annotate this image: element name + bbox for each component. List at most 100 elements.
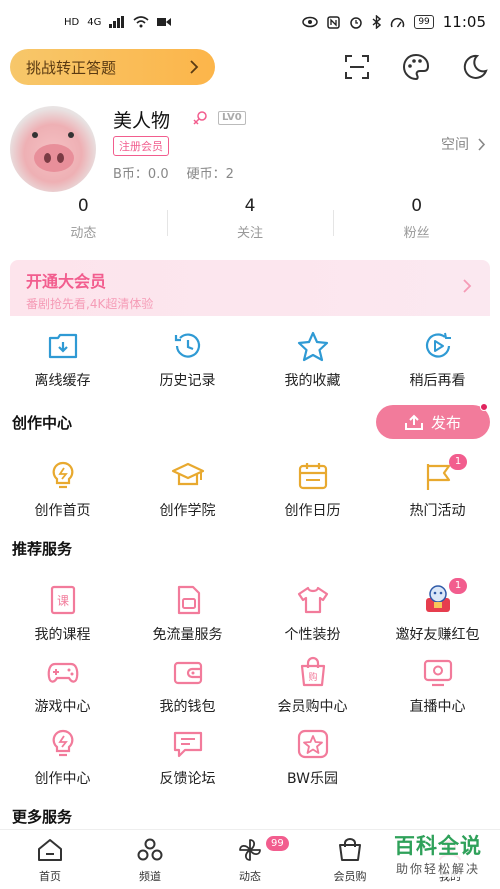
- game-center-item[interactable]: 游戏中心: [0, 656, 125, 716]
- recommended-row: 创作中心 反馈论坛 BW乐园: [0, 728, 500, 788]
- stat-dynamics[interactable]: 0 动态: [0, 196, 167, 252]
- tab-home[interactable]: 首页: [0, 830, 100, 889]
- user-tags: LV0: [192, 110, 246, 126]
- hot-events-item[interactable]: 1 热门活动: [375, 454, 500, 520]
- recommended-row: 课 我的课程 免流量服务 个性装扮 1 邀好友赚红包: [0, 578, 500, 644]
- watermark: 百科全说 助你轻松解决: [390, 830, 486, 877]
- tab-dynamics[interactable]: 99 动态: [200, 830, 300, 889]
- download-icon: [48, 333, 77, 359]
- feedback-icon: [173, 731, 202, 758]
- challenge-quiz-button[interactable]: 挑战转正答题: [10, 49, 215, 85]
- scan-icon[interactable]: [342, 52, 372, 82]
- wallet-icon: [173, 661, 202, 685]
- item-label: 创作首页: [34, 503, 91, 519]
- free-data-item[interactable]: 免流量服务: [125, 584, 250, 644]
- vip-banner[interactable]: 开通大会员 番剧抢先看,4K超清体验: [10, 260, 490, 316]
- recommended-section-title: 推荐服务: [12, 540, 73, 558]
- hard-coin: 硬币：2: [186, 167, 234, 182]
- my-course-item[interactable]: 课 我的课程: [0, 584, 125, 644]
- tab-label: 会员购: [333, 870, 367, 883]
- gender-female-icon: [193, 111, 207, 125]
- challenge-label: 挑战转正答题: [26, 58, 117, 77]
- stat-label: 动态: [70, 226, 97, 241]
- space-label: 空间: [441, 137, 469, 153]
- star-icon: [297, 331, 328, 362]
- invite-friends-item[interactable]: 1 邀好友赚红包: [375, 578, 500, 644]
- course-icon: 课: [50, 585, 75, 615]
- bw-park-item[interactable]: BW乐园: [250, 728, 375, 788]
- speed-icon: [391, 17, 405, 27]
- live-tv-icon: [423, 659, 452, 687]
- history-item[interactable]: 历史记录: [125, 330, 250, 390]
- space-link[interactable]: 空间: [441, 134, 486, 154]
- chevron-right-icon: [463, 279, 472, 293]
- tab-channel[interactable]: 频道: [100, 830, 200, 889]
- item-label: 我的钱包: [159, 699, 216, 715]
- item-label: 直播中心: [409, 699, 466, 715]
- publish-button[interactable]: 发布: [376, 403, 490, 439]
- gamepad-icon: [47, 662, 78, 683]
- coin-info: B币：0.0 硬币：2: [113, 163, 234, 182]
- creation-section-title: 创作中心: [12, 414, 73, 432]
- item-label: 我的课程: [34, 627, 91, 643]
- creation-grid: 创作首页 创作学院 创作日历 1 热门活动: [0, 454, 500, 520]
- item-label: 会员购中心: [277, 699, 348, 715]
- avatar-snout: [34, 144, 74, 172]
- creation-home-item[interactable]: 创作首页: [0, 460, 125, 520]
- eye-icon: [302, 16, 319, 28]
- live-center-item[interactable]: 直播中心: [375, 656, 500, 716]
- notification-dot: [480, 403, 488, 411]
- member-shop-item[interactable]: 购 会员购中心: [250, 656, 375, 716]
- video-icon: [157, 18, 172, 26]
- history-icon: [174, 333, 200, 358]
- channel-icon: [137, 838, 163, 861]
- member-badge: 注册会员: [113, 136, 169, 156]
- clock: 11:05: [442, 13, 486, 31]
- creation-academy-item[interactable]: 创作学院: [125, 460, 250, 520]
- watch-later-item[interactable]: 稍后再看: [375, 330, 500, 390]
- item-label: 历史记录: [159, 373, 216, 389]
- stats-row: 0 动态 4 关注 0 粉丝: [0, 196, 500, 252]
- tab-member-shop[interactable]: 会员购: [300, 830, 400, 889]
- item-label: 离线缓存: [34, 373, 91, 389]
- chevron-right-icon: [478, 137, 486, 151]
- item-label: 邀好友赚红包: [395, 627, 480, 643]
- item-label: 稍后再看: [409, 373, 466, 389]
- creation-center-item[interactable]: 创作中心: [0, 728, 125, 788]
- offline-cache-item[interactable]: 离线缓存: [0, 330, 125, 390]
- recommended-row: 游戏中心 我的钱包 购 会员购中心 直播中心: [0, 656, 500, 716]
- stat-label: 粉丝: [403, 226, 430, 241]
- notification-badge: 1: [449, 454, 467, 470]
- vip-title: 开通大会员: [26, 272, 107, 291]
- avatar[interactable]: [10, 106, 96, 192]
- favorites-item[interactable]: 我的收藏: [250, 330, 375, 390]
- palette-icon[interactable]: [401, 52, 431, 82]
- nfc-icon: [327, 15, 341, 29]
- upload-icon: [404, 414, 423, 430]
- stat-followers[interactable]: 0 粉丝: [333, 196, 500, 252]
- shopping-bag-icon: 购: [300, 656, 325, 687]
- moon-icon[interactable]: [459, 52, 489, 82]
- username[interactable]: 美人物: [113, 106, 170, 133]
- top-bar: 挑战转正答题: [0, 44, 500, 90]
- notification-badge: 99: [266, 836, 289, 851]
- creation-calendar-item[interactable]: 创作日历: [250, 460, 375, 520]
- item-label: 创作中心: [34, 771, 91, 787]
- home-icon: [38, 839, 62, 861]
- feedback-forum-item[interactable]: 反馈论坛: [125, 728, 250, 788]
- stat-following[interactable]: 4 关注: [166, 196, 334, 252]
- quick-actions: 离线缓存 历史记录 我的收藏 稍后再看: [0, 330, 500, 390]
- item-label: 游戏中心: [34, 699, 91, 715]
- avatar-eye: [32, 132, 38, 138]
- item-label: 我的收藏: [284, 373, 341, 389]
- shop-icon: [339, 838, 361, 861]
- dress-up-item[interactable]: 个性装扮: [250, 584, 375, 644]
- stat-value: 4: [244, 196, 256, 216]
- wallet-item[interactable]: 我的钱包: [125, 656, 250, 716]
- item-label: BW乐园: [287, 771, 338, 787]
- bluetooth-icon: [372, 15, 382, 29]
- hd-indicator: HD: [64, 16, 80, 28]
- item-label: 个性装扮: [284, 627, 341, 643]
- stat-label: 关注: [237, 226, 264, 241]
- item-label: 反馈论坛: [159, 771, 216, 787]
